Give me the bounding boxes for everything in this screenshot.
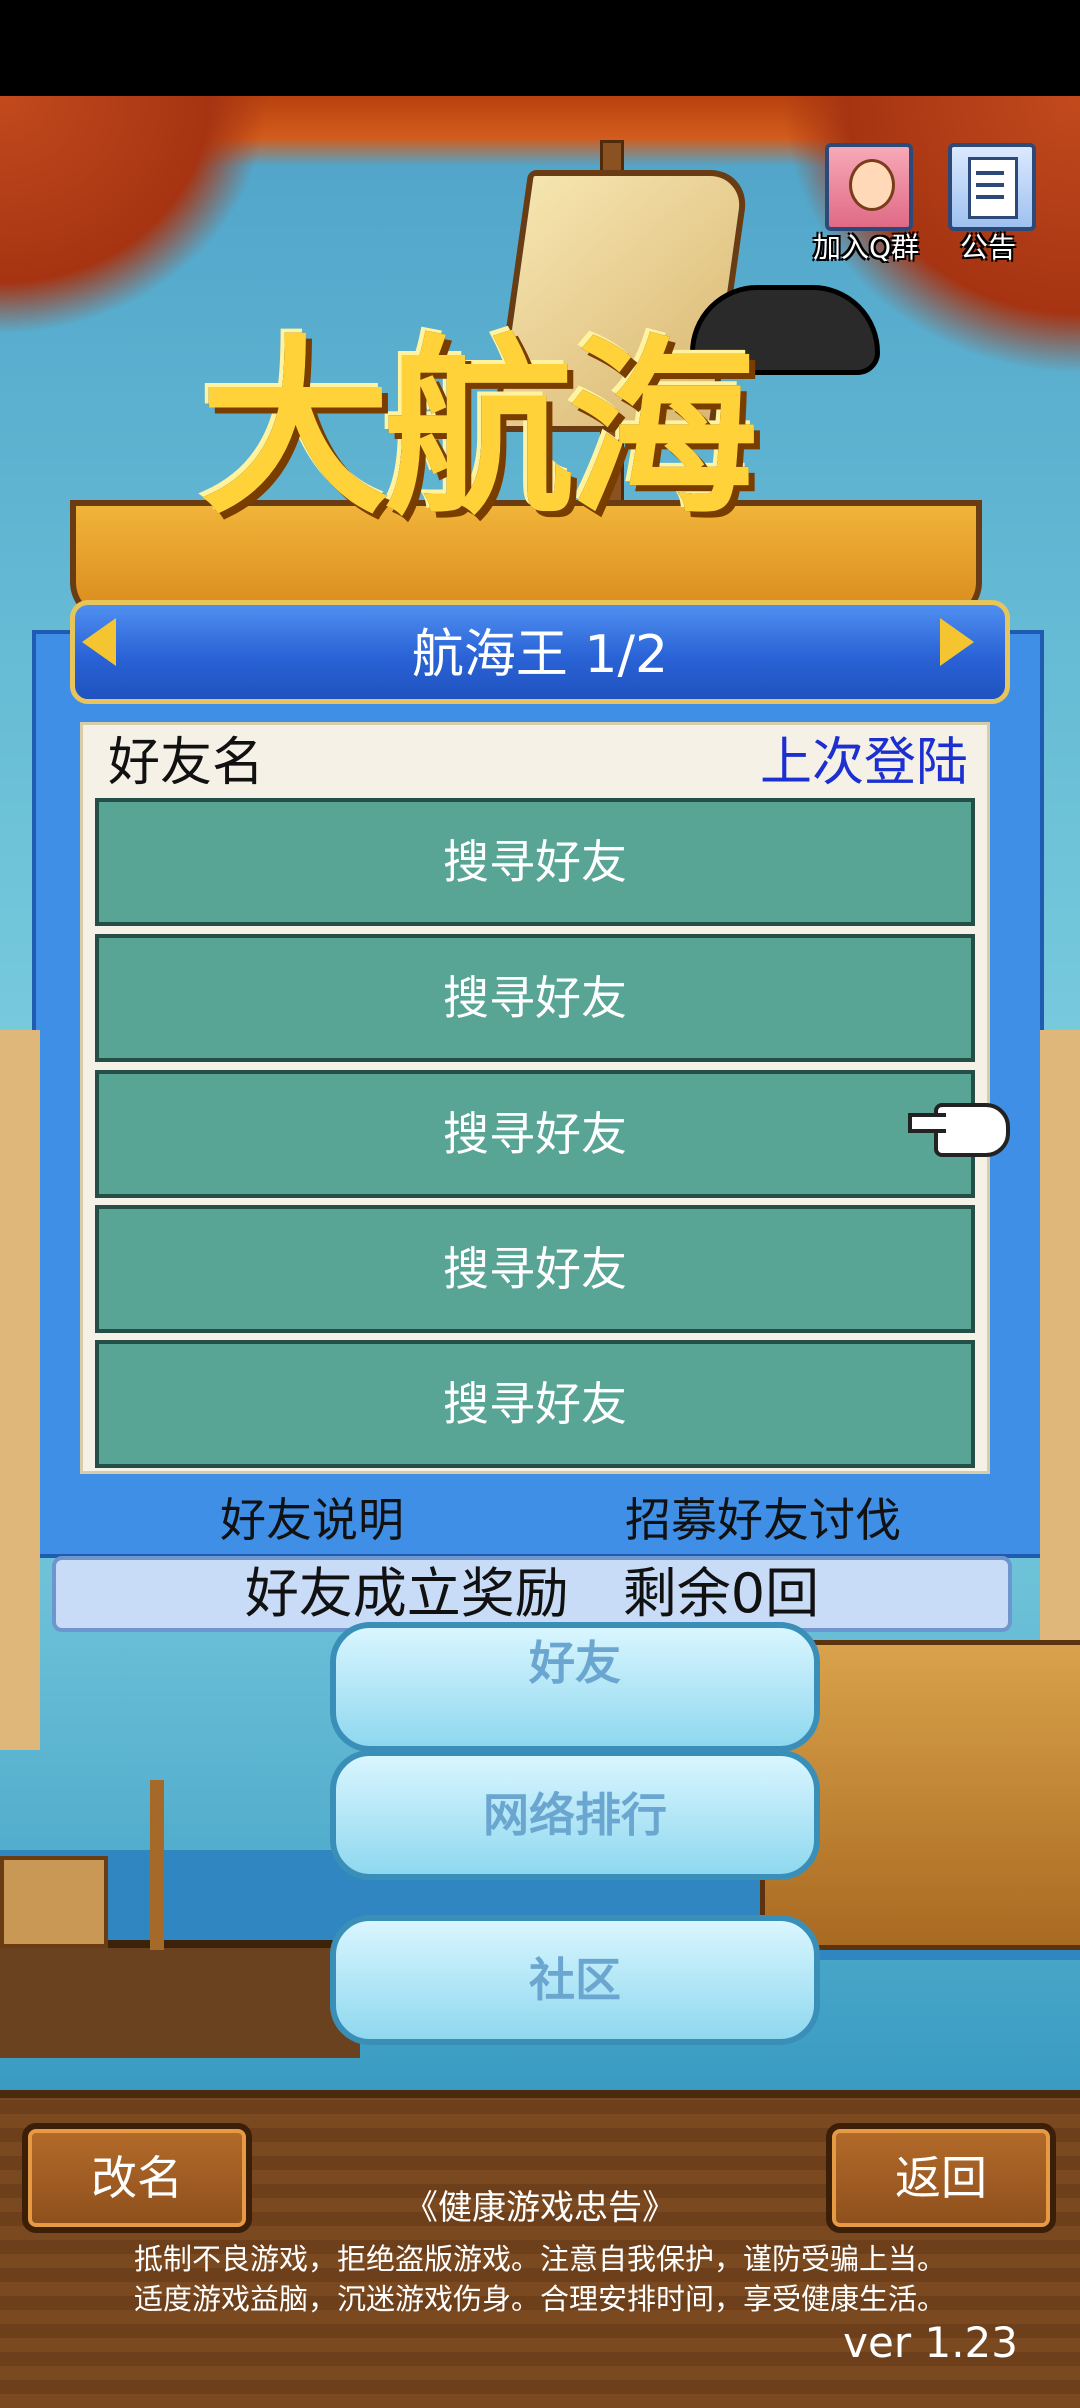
character-avatar-icon xyxy=(849,159,895,211)
search-friend-label: 搜寻好友 xyxy=(443,971,627,1025)
search-friend-label: 搜寻好友 xyxy=(443,1377,627,1431)
notice-icon-line xyxy=(976,171,1004,175)
community-menu-label: 社区 xyxy=(529,1953,621,2007)
search-friend-label: 搜寻好友 xyxy=(443,835,627,889)
friend-explain-link[interactable]: 好友说明 xyxy=(220,1490,404,1550)
ranking-menu-label: 网络排行 xyxy=(483,1788,667,1842)
notice-label: 公告 xyxy=(959,231,1016,264)
health-advice-line: 抵制不良游戏，拒绝盗版游戏。注意自我保护，谨防受骗上当。 xyxy=(133,2242,946,2276)
next-page-arrow-icon[interactable] xyxy=(940,618,974,666)
status-bar xyxy=(0,0,1080,96)
notice-icon xyxy=(968,157,1018,219)
search-friend-label: 搜寻好友 xyxy=(443,1242,627,1296)
friend-reward-bar: 好友成立奖励 剩余0回 xyxy=(52,1556,1012,1632)
version-label: ver 1.23 xyxy=(843,2318,1018,2367)
game-scene: 大航海 加入Q群 公告 航海王 1/2 好友名 上次登陆 搜寻好友 搜寻好友 搜… xyxy=(0,0,1080,2408)
health-advice-title: 《健康游戏忠告》 xyxy=(404,2188,676,2228)
friends-menu-label: 好友 xyxy=(529,1636,621,1690)
column-friend-name: 好友名 xyxy=(108,733,265,793)
search-friend-row[interactable]: 搜寻好友 xyxy=(95,1340,975,1468)
sand-left xyxy=(0,1030,40,1750)
search-friend-row[interactable]: 搜寻好友 xyxy=(95,1070,975,1198)
game-logo: 大航海 xyxy=(200,319,758,540)
ranking-menu-button[interactable]: 网络排行 xyxy=(330,1750,820,1880)
health-advice-line: 适度游戏益脑，沉迷游戏伤身。合理安排时间，享受健康生活。 xyxy=(133,2282,946,2316)
search-friend-row[interactable]: 搜寻好友 xyxy=(95,1205,975,1333)
curtain-left xyxy=(0,96,270,336)
join-qq-group-button[interactable] xyxy=(825,143,913,231)
notice-icon-line xyxy=(976,195,1004,199)
dock xyxy=(0,1940,360,2058)
join-qq-group-label: 加入Q群 xyxy=(812,231,920,264)
recruit-friend-link[interactable]: 招募好友讨伐 xyxy=(625,1490,901,1550)
search-friend-row[interactable]: 搜寻好友 xyxy=(95,934,975,1062)
column-last-login: 上次登陆 xyxy=(759,733,968,793)
search-friend-label: 搜寻好友 xyxy=(443,1107,627,1161)
notice-icon-line xyxy=(976,183,1004,187)
panel-title: 航海王 1/2 xyxy=(411,625,669,685)
friends-menu-button[interactable]: 好友 xyxy=(330,1622,820,1752)
notice-button[interactable] xyxy=(948,143,1036,231)
community-menu-button[interactable]: 社区 xyxy=(330,1915,820,2045)
pointing-hand-icon xyxy=(908,1103,1010,1157)
search-friend-row[interactable]: 搜寻好友 xyxy=(95,798,975,926)
cargo-crates xyxy=(0,1856,108,1948)
dock-crane xyxy=(150,1780,164,1950)
prev-page-arrow-icon[interactable] xyxy=(82,618,116,666)
